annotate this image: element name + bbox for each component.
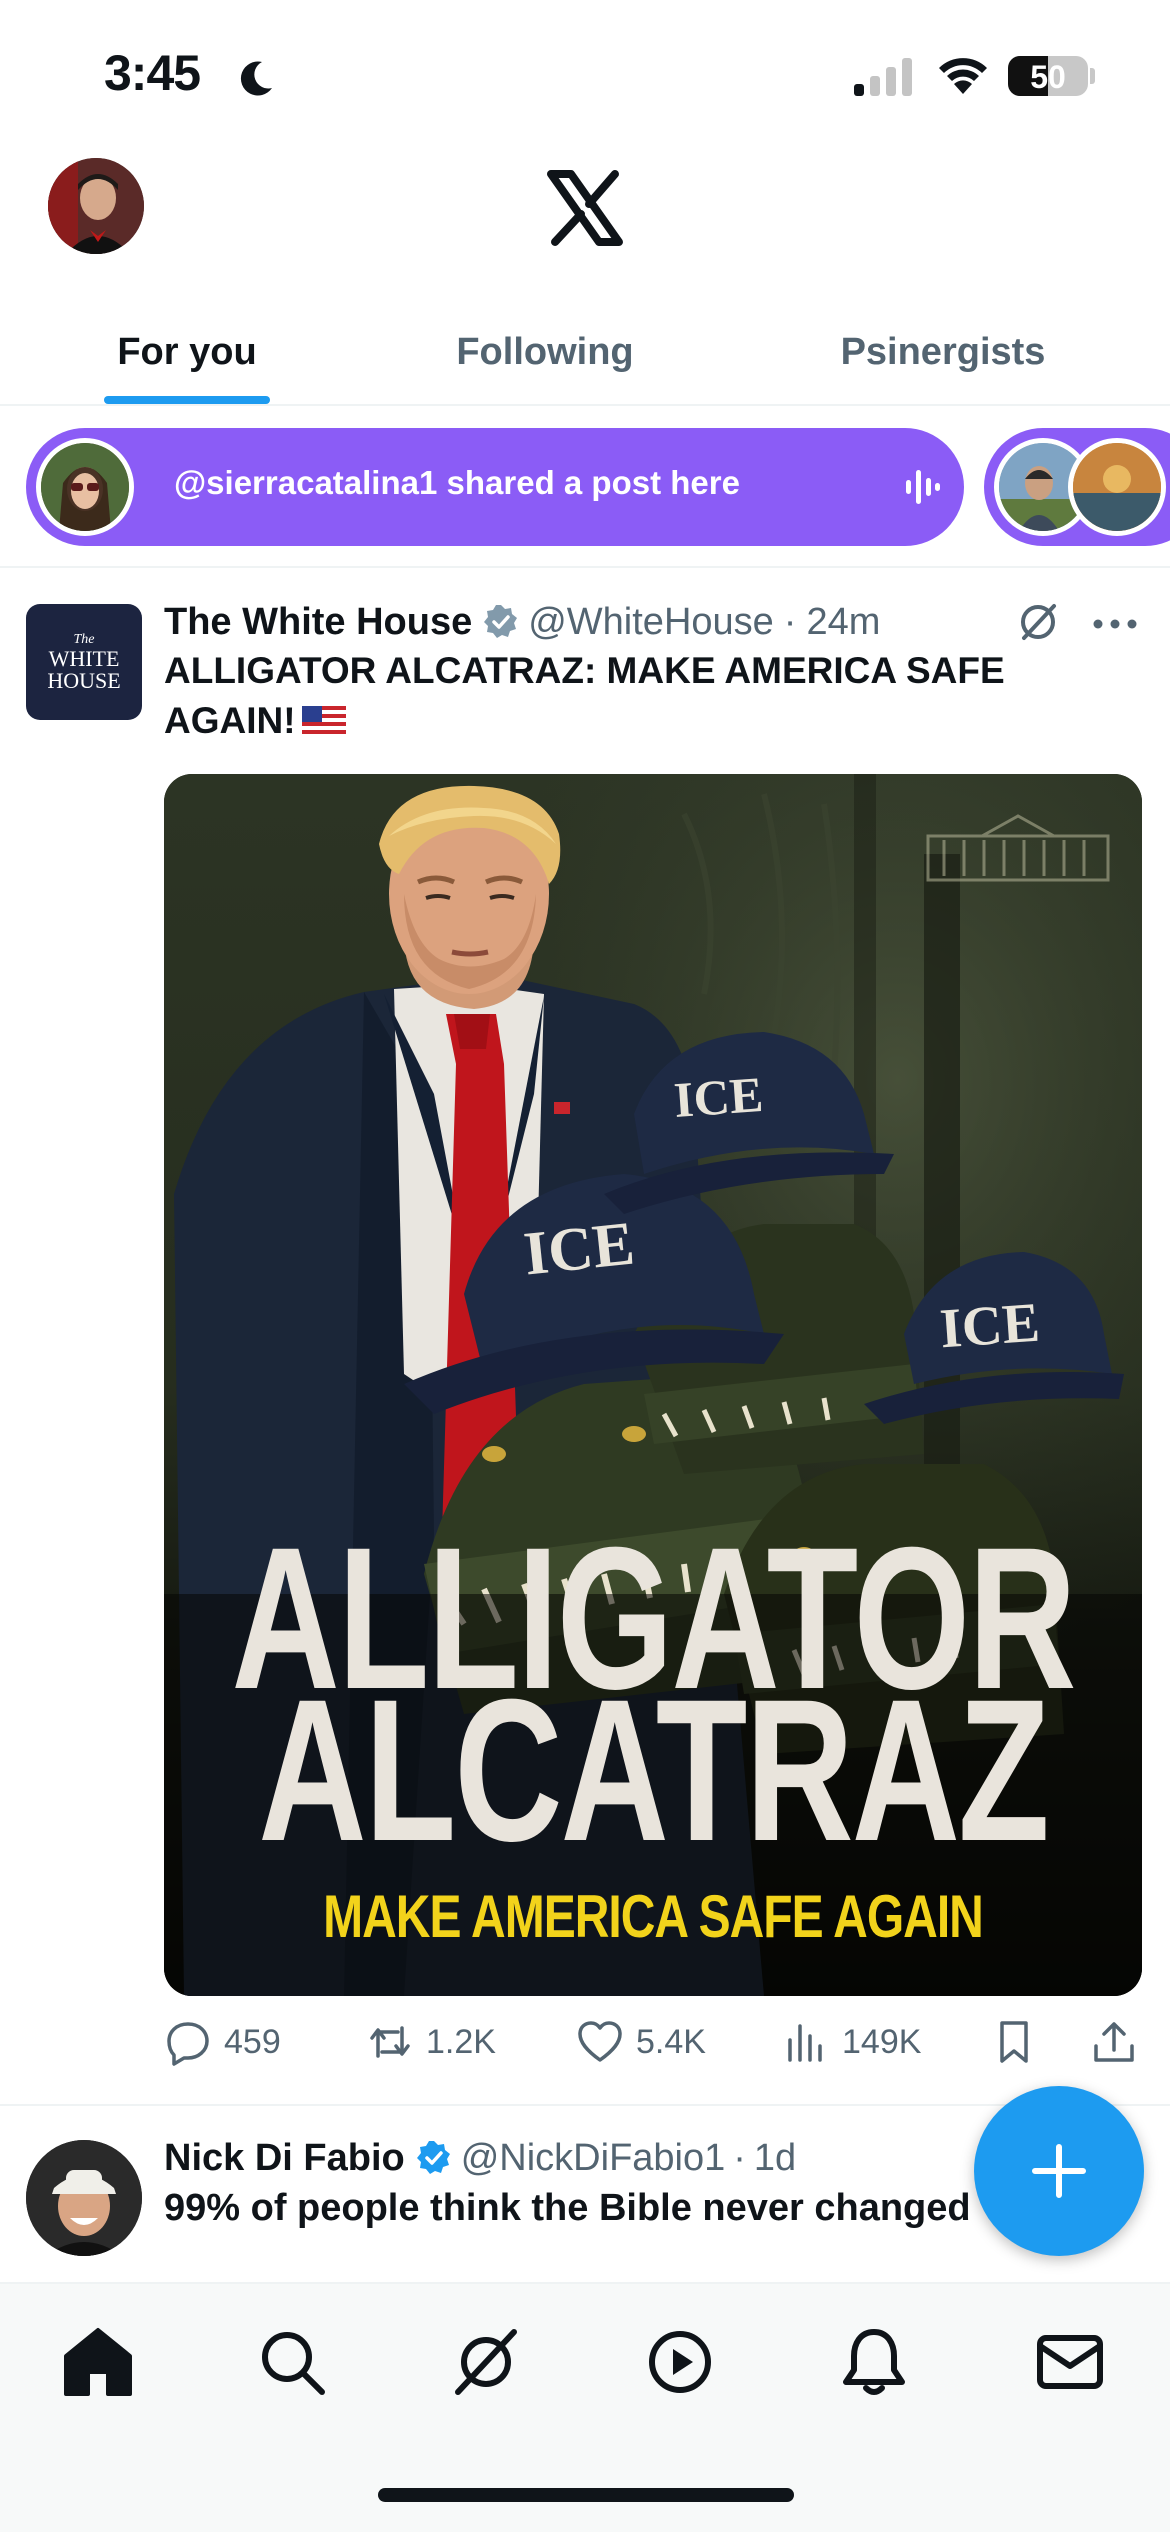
views-icon [788, 2024, 822, 2062]
grok-icon[interactable] [1014, 598, 1062, 646]
post-author-name[interactable]: The White House [164, 601, 472, 644]
tab-label: For you [117, 330, 257, 373]
separator: · [783, 600, 797, 643]
repost-icon [370, 2026, 410, 2058]
separator: · [733, 2136, 746, 2179]
post-text-content: ALLIGATOR ALCATRAZ: MAKE AMERICA SAFE AG… [164, 650, 1005, 741]
post-text: ALLIGATOR ALCATRAZ: MAKE AMERICA SAFE AG… [164, 646, 1124, 746]
verified-gray-icon [484, 605, 518, 638]
banner-avatar-image [1073, 443, 1161, 531]
post-handle[interactable]: @WhiteHouse [528, 601, 774, 644]
divider [0, 2104, 1170, 2106]
avatar-text: WHITE [48, 646, 120, 671]
profile-avatar[interactable] [48, 158, 144, 254]
timeline-tabs: For you Following Psinergists [0, 300, 1170, 406]
share-button[interactable] [1090, 2010, 1150, 2074]
compose-button[interactable] [974, 2086, 1144, 2256]
moon-icon [240, 61, 272, 96]
bookmark-button[interactable] [990, 2010, 1050, 2074]
profile-avatar-image [48, 158, 144, 254]
reply-count: 459 [224, 2022, 281, 2061]
like-count: 5.4K [636, 2022, 706, 2061]
post-avatar[interactable] [26, 2140, 142, 2256]
wifi-icon [939, 58, 987, 94]
ice-cap-label: ICE [520, 1209, 638, 1289]
post-text: 99% of people think the Bible never chan… [164, 2187, 971, 2229]
ice-cap-label: ICE [937, 1291, 1042, 1361]
banner-text: @sierracatalina1 shared a post here [174, 464, 740, 501]
divider [0, 566, 1170, 568]
post-media-image[interactable]: ICE ICE ICE ALLIGATOR ALCATRAZ MAKE AMER… [164, 774, 1142, 1996]
home-icon[interactable] [58, 2322, 138, 2402]
poster-subtitle: MAKE AMERICA SAFE AGAIN [323, 1884, 984, 1951]
post-author-name[interactable]: Nick Di Fabio [164, 2137, 405, 2180]
post-actions: 459 1.2K 5.4K 149K [164, 2010, 1140, 2074]
post-handle[interactable]: @NickDiFabio1 [461, 2137, 726, 2180]
post-time[interactable]: 24m [806, 601, 880, 644]
tab-for-you[interactable]: For you [40, 300, 334, 404]
post-header: The White House @WhiteHouse · 24m [164, 594, 880, 650]
post-header: Nick Di Fabio @NickDiFabio1 · 1d [164, 2130, 796, 2186]
x-logo-icon[interactable] [545, 168, 625, 248]
post-avatar[interactable]: The WHITE HOUSE [26, 604, 142, 720]
status-bar: 3:45 50 [0, 0, 1170, 150]
cellular-signal-icon [854, 58, 912, 96]
bookmark-icon [1000, 2021, 1028, 2063]
tab-label: Psinergists [840, 330, 1046, 373]
shared-post-banner-next[interactable] [984, 428, 1170, 546]
status-time: 3:45 [104, 45, 201, 101]
more-options-icon[interactable] [1092, 618, 1138, 630]
notifications-icon[interactable] [834, 2322, 914, 2402]
views-count: 149K [842, 2022, 922, 2061]
active-tab-indicator [104, 396, 270, 404]
post-avatar-image [26, 2140, 142, 2256]
verified-blue-icon [416, 2141, 450, 2174]
like-button[interactable]: 5.4K [576, 2010, 706, 2074]
search-icon[interactable] [252, 2322, 332, 2402]
post-time[interactable]: 1d [754, 2137, 796, 2180]
repost-button[interactable]: 1.2K [366, 2010, 496, 2074]
battery-cap [1090, 68, 1095, 84]
battery-level: 50 [1030, 59, 1066, 95]
tab-following[interactable]: Following [400, 300, 690, 404]
tab-psinergists[interactable]: Psinergists [790, 300, 1096, 404]
poster-title-line-2: ALCATRAZ [258, 1656, 1049, 1884]
ice-cap-label: ICE [672, 1065, 765, 1129]
tab-label: Following [456, 330, 634, 373]
audio-wave-icon [906, 470, 940, 504]
us-flag-icon [301, 706, 346, 736]
repost-count: 1.2K [426, 2022, 496, 2061]
messages-icon[interactable] [1030, 2322, 1110, 2402]
video-icon[interactable] [640, 2322, 720, 2402]
share-icon [1094, 2022, 1134, 2062]
grok-icon[interactable] [446, 2322, 526, 2402]
avatar-text: HOUSE [47, 668, 121, 693]
reply-icon [167, 2022, 209, 2066]
home-indicator [378, 2488, 794, 2502]
banner-avatar-image [41, 443, 129, 531]
banner-avatar [36, 438, 134, 536]
reply-button[interactable]: 459 [164, 2010, 281, 2074]
banner-avatar [1068, 438, 1166, 536]
battery-icon: 50 [1008, 56, 1088, 96]
shared-post-banner[interactable]: @sierracatalina1 shared a post here [26, 428, 964, 546]
heart-icon [578, 2021, 622, 2062]
plus-icon [1032, 2144, 1086, 2198]
views-button[interactable]: 149K [782, 2010, 921, 2074]
